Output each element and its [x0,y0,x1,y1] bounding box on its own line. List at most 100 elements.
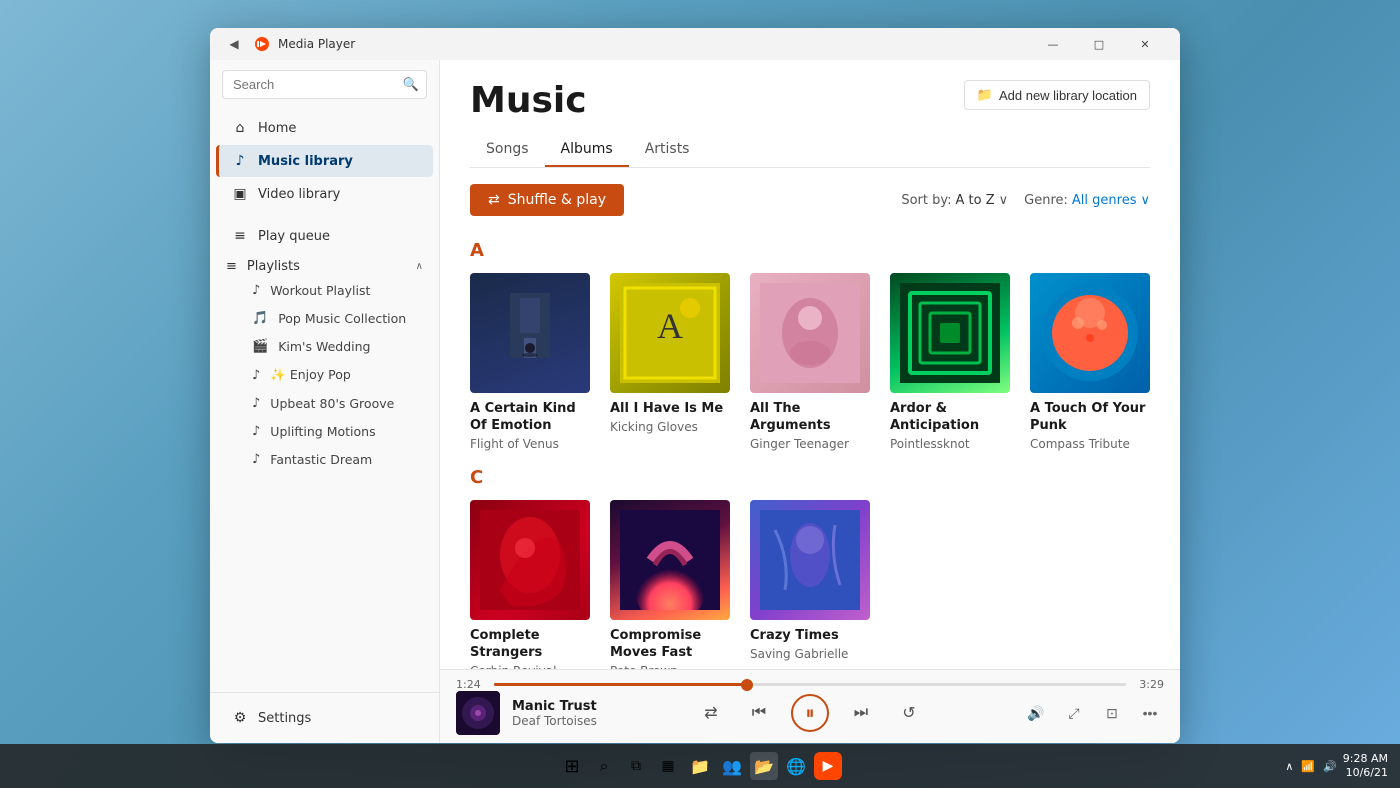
playlist-label-workout: Workout Playlist [270,283,370,298]
album-card-complete-strangers[interactable]: Complete Strangers Corbin Revival [470,500,590,669]
album-card-all-arguments[interactable]: All The Arguments Ginger Teenager [750,273,870,451]
pause-button[interactable]: ⏸ [791,694,829,732]
sidebar-item-uplifting[interactable]: ♪ Uplifting Motions [226,418,433,445]
sidebar-item-music-library[interactable]: ♪ Music library [216,145,433,177]
maximize-button[interactable]: □ [1076,28,1122,60]
current-time: 1:24 [456,678,484,691]
album-title-touch-punk: A Touch Of Your Punk [1030,401,1150,435]
controls-row: Manic Trust Deaf Tortoises ⇄ ⏮ ⏸ ⏭ ↺ [440,691,1180,743]
album-art-crazy-times [750,500,870,620]
album-title-all-arguments: All The Arguments [750,401,870,435]
playlists-section-header[interactable]: ≡ Playlists ∧ [210,253,439,276]
sidebar-item-play-queue[interactable]: ≡ Play queue [216,220,433,252]
albums-area: A A Certain Kin [440,224,1180,669]
repeat-button[interactable]: ↺ [893,697,925,729]
sort-chevron-icon: ∨ [999,193,1009,208]
search-input[interactable] [222,70,427,99]
sidebar-item-video-library[interactable]: ▣ Video library [216,178,433,210]
sidebar-item-pop-music[interactable]: 🎵 Pop Music Collection [226,305,433,332]
playlist-label-uplifting: Uplifting Motions [270,424,375,439]
album-card-compromise[interactable]: Compromise Moves Fast Pete Brown [610,500,730,669]
track-name: Manic Trust [512,699,597,714]
window-title: Media Player [278,37,355,51]
tab-songs[interactable]: Songs [470,133,545,167]
sidebar-item-workout[interactable]: ♪ Workout Playlist [226,277,433,304]
sort-value: A to Z [956,193,995,208]
minimize-button[interactable]: — [1030,28,1076,60]
taskbar-taskview-button[interactable]: ⧉ [622,752,650,780]
search-container: 🔍 [222,70,427,99]
taskbar-clock[interactable]: 9:28 AM 10/6/21 [1343,752,1388,781]
album-art-ardor [890,273,1010,393]
search-icon: 🔍 [403,77,419,92]
album-artist-all-arguments: Ginger Teenager [750,437,870,451]
playlist-label-wedding: Kim's Wedding [278,339,370,354]
tab-albums[interactable]: Albums [545,133,629,167]
sidebar-item-upbeat[interactable]: ♪ Upbeat 80's Groove [226,390,433,417]
toolbar-right: Sort by: A to Z ∨ Genre: All genres ∨ [901,193,1150,208]
add-library-label: Add new library location [999,88,1137,103]
more-button[interactable]: ••• [1136,699,1164,727]
genre-label: Genre: [1024,193,1068,208]
genre-chevron-icon: ∨ [1140,193,1150,208]
main-toolbar: ⇄ Shuffle & play Sort by: A to Z ∨ Genre… [440,168,1180,224]
taskbar-widgets-button[interactable]: ▦ [654,752,682,780]
section-c: C [470,467,1150,488]
playlist-icon-uplifting: ♪ [252,424,260,439]
taskbar-media-button[interactable]: ▶ [814,752,842,780]
title-bar-left: ◀ Media Player [222,32,1030,56]
sidebar-bottom: ⚙ Settings [210,692,439,743]
home-icon: ⌂ [232,120,248,136]
sidebar-item-home[interactable]: ⌂ Home [216,112,433,144]
close-button[interactable]: ✕ [1122,28,1168,60]
miniplayer-button[interactable]: ⊡ [1098,699,1126,727]
album-artist-touch-punk: Compass Tribute [1030,437,1150,451]
taskbar-edge-button[interactable]: 🌐 [782,752,810,780]
section-a: A [470,240,1150,261]
next-button[interactable]: ⏭ [845,697,877,729]
taskbar-start-button[interactable]: ⊞ [558,752,586,780]
volume-button[interactable]: 🔊 [1022,699,1050,727]
album-card-touch-punk[interactable]: A Touch Of Your Punk Compass Tribute [1030,273,1150,451]
taskbar-files-button[interactable]: 📂 [750,752,778,780]
album-card-all-i-have[interactable]: A All I Have Is Me Kicking Gloves [610,273,730,451]
playlists-label: ≡ Playlists [226,259,300,274]
genre-dropdown[interactable]: Genre: All genres ∨ [1024,193,1150,208]
title-bar-controls: — □ ✕ [1030,28,1168,60]
album-card-a-certain-kind[interactable]: A Certain Kind Of Emotion Flight of Venu… [470,273,590,451]
taskbar-explorer-button[interactable]: 📁 [686,752,714,780]
expand-button[interactable]: ⤢ [1060,699,1088,727]
sidebar-item-enjoy-pop[interactable]: ♪ ✨ Enjoy Pop [226,361,433,389]
right-controls: 🔊 ⤢ ⊡ ••• [964,699,1164,727]
chevron-up-icon[interactable]: ∧ [1285,760,1293,773]
album-card-ardor[interactable]: Ardor & Anticipation Pointlessknot [890,273,1010,451]
album-card-crazy-times[interactable]: Crazy Times Saving Gabrielle [750,500,870,669]
tab-artists[interactable]: Artists [629,133,706,167]
page-title: Music [470,80,587,121]
sort-dropdown[interactable]: Sort by: A to Z ∨ [901,193,1008,208]
genre-value: All genres [1072,193,1137,208]
playlist-label-fantastic: Fantastic Dream [270,452,372,467]
albums-grid-c: Complete Strangers Corbin Revival [470,500,1150,669]
playlist-label-pop: Pop Music Collection [278,311,406,326]
taskbar-teams-button[interactable]: 👥 [718,752,746,780]
volume-icon[interactable]: 🔊 [1323,760,1337,773]
progress-bar[interactable] [494,683,1126,686]
shuffle-label: Shuffle & play [508,192,606,208]
playlist-icon-fantastic: ♪ [252,452,260,467]
album-title-ardor: Ardor & Anticipation [890,401,1010,435]
playlist-icon-workout: ♪ [252,283,260,298]
now-playing-bar: 1:24 3:29 [440,669,1180,743]
sidebar-item-fantastic[interactable]: ♪ Fantastic Dream [226,446,433,473]
shuffle-button[interactable]: ⇄ [695,697,727,729]
sidebar-item-settings[interactable]: ⚙ Settings [216,702,433,734]
album-artist-all-i-have: Kicking Gloves [610,420,730,434]
album-title-compromise: Compromise Moves Fast [610,628,730,662]
add-library-button[interactable]: 📁 Add new library location [964,80,1150,110]
sidebar-item-kims-wedding[interactable]: 🎬 Kim's Wedding [226,333,433,360]
prev-button[interactable]: ⏮ [743,697,775,729]
title-bar: ◀ Media Player — □ ✕ [210,28,1180,60]
shuffle-play-button[interactable]: ⇄ Shuffle & play [470,184,624,216]
back-button[interactable]: ◀ [222,32,246,56]
taskbar-search-button[interactable]: ⌕ [590,752,618,780]
